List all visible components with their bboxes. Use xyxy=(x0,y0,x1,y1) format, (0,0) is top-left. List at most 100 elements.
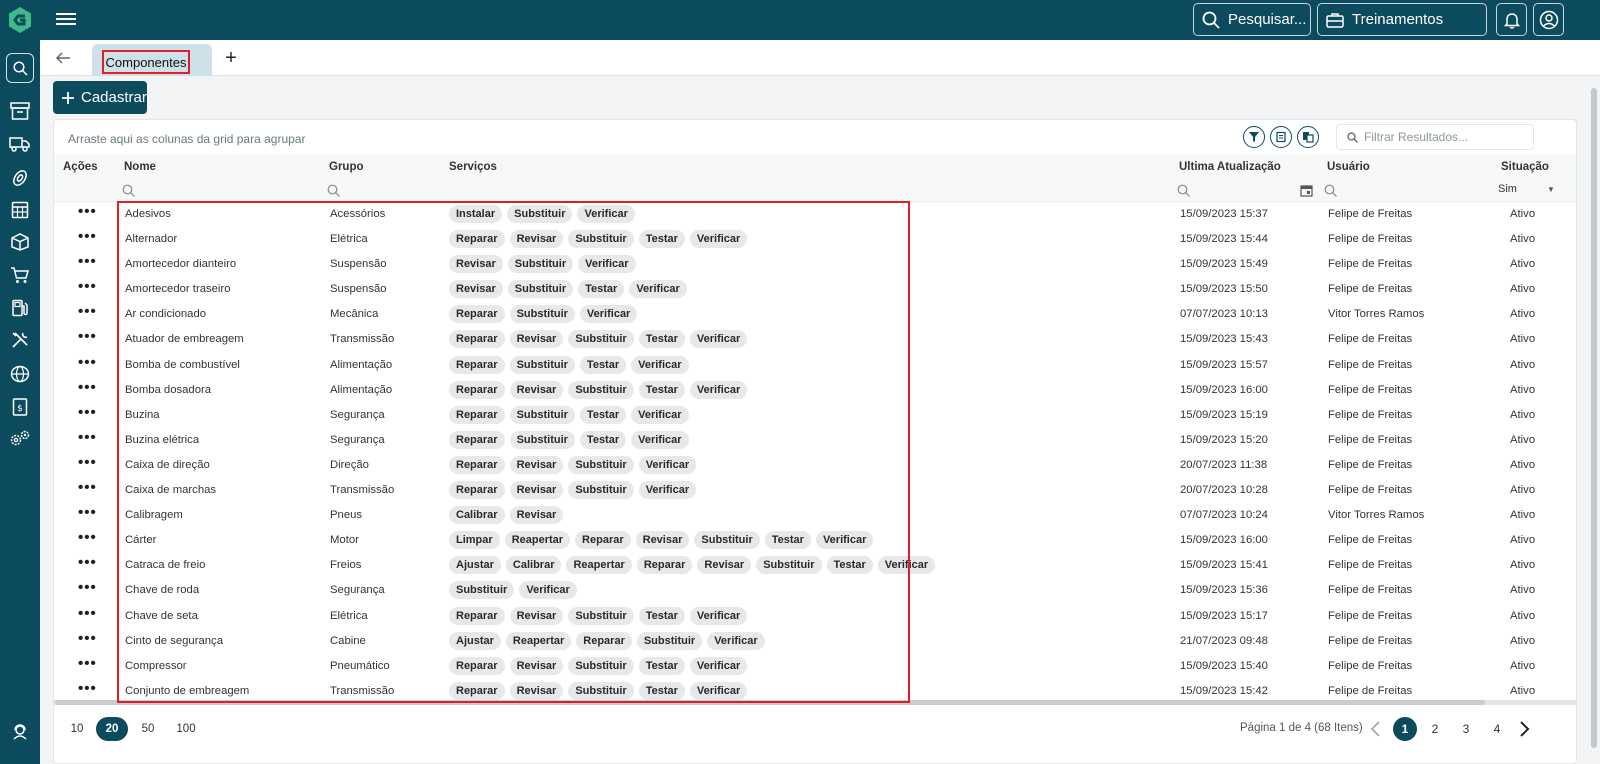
search-icon[interactable] xyxy=(122,184,135,197)
table-row[interactable]: ••• Chave de roda Segurança Substituir Verif… xyxy=(54,579,1576,604)
table-row[interactable]: ••• Cárter Motor Limpar Reapertar Reparar Revi… xyxy=(54,529,1576,554)
table-row[interactable]: ••• Cinto de segurança Cabine Ajustar Reaper… xyxy=(54,630,1576,655)
tab-componentes[interactable]: Componentes xyxy=(92,44,212,76)
globe-icon[interactable] xyxy=(8,362,32,386)
service-chip: Substituir xyxy=(507,280,574,299)
dollar-doc-icon[interactable]: $ xyxy=(8,395,32,419)
row-actions-icon[interactable]: ••• xyxy=(78,555,97,570)
col-name[interactable]: Nome xyxy=(124,161,156,173)
row-actions-icon[interactable]: ••• xyxy=(78,606,97,621)
service-chip: Reapertar xyxy=(504,531,571,550)
row-actions-icon[interactable]: ••• xyxy=(78,631,97,646)
table-row[interactable]: ••• Compressor Pneumático Reparar Revisar Sub… xyxy=(54,655,1576,680)
service-chip: Verificar xyxy=(815,531,874,550)
add-component-button[interactable]: Cadastrar xyxy=(53,81,147,114)
table-row[interactable]: ••• Chave de seta Elétrica Reparar Revisar Su… xyxy=(54,605,1576,630)
row-actions-icon[interactable]: ••• xyxy=(78,405,97,420)
row-actions-icon[interactable]: ••• xyxy=(78,656,97,671)
search-icon[interactable] xyxy=(327,184,340,197)
table-row[interactable]: ••• Buzina elétrica Segurança Reparar Substi… xyxy=(54,429,1576,454)
cell-name: Calibragem xyxy=(125,509,183,522)
page-1[interactable]: 1 xyxy=(1393,717,1417,741)
row-actions-icon[interactable]: ••• xyxy=(78,329,97,344)
row-actions-icon[interactable]: ••• xyxy=(78,580,97,595)
status-filter-select[interactable]: Sim ▼ xyxy=(1498,183,1555,195)
back-arrow-icon[interactable] xyxy=(54,49,72,67)
column-chooser-button[interactable] xyxy=(1297,126,1319,148)
page-size-10[interactable]: 10 xyxy=(61,717,93,741)
table-row[interactable]: ••• Bomba de combustível Alimentação Repara… xyxy=(54,354,1576,379)
row-actions-icon[interactable]: ••• xyxy=(78,530,97,545)
table-row[interactable]: ••• Calibragem Pneus Calibrar Revisar 07/07/2… xyxy=(54,504,1576,529)
col-user[interactable]: Usuário xyxy=(1327,161,1370,173)
page-2[interactable]: 2 xyxy=(1423,717,1447,741)
calendar-icon[interactable] xyxy=(1300,184,1313,197)
settings-icon[interactable] xyxy=(8,427,32,451)
vertical-scrollbar[interactable] xyxy=(1590,76,1598,764)
row-actions-icon[interactable]: ••• xyxy=(78,254,97,269)
support-icon[interactable] xyxy=(8,720,32,744)
col-services[interactable]: Serviços xyxy=(449,161,497,173)
rail-search-button[interactable] xyxy=(6,53,34,83)
row-actions-icon[interactable]: ••• xyxy=(78,681,97,696)
search-icon[interactable] xyxy=(1177,184,1190,197)
tire-icon[interactable] xyxy=(8,166,32,190)
service-chip: Reparar xyxy=(449,481,505,500)
chevron-left-icon[interactable] xyxy=(1367,719,1385,739)
cell-status: Ativo xyxy=(1510,258,1536,271)
table-row[interactable]: ••• Alternador Elétrica Reparar Revisar Subst… xyxy=(54,228,1576,253)
chevron-right-icon[interactable] xyxy=(1515,719,1533,739)
row-actions-icon[interactable]: ••• xyxy=(78,430,97,445)
row-actions-icon[interactable]: ••• xyxy=(78,279,97,294)
page-size-50[interactable]: 50 xyxy=(132,717,164,741)
table-row[interactable]: ••• Catraca de freio Freios Ajustar Calibrar… xyxy=(54,554,1576,579)
page-3[interactable]: 3 xyxy=(1454,717,1478,741)
cell-updated: 15/09/2023 15:42 xyxy=(1180,684,1268,697)
page-4[interactable]: 4 xyxy=(1485,717,1509,741)
table-row[interactable]: ••• Bomba dosadora Alimentação Reparar Revis… xyxy=(54,379,1576,404)
table-row[interactable]: ••• Adesivos Acessórios Instalar Substituir V… xyxy=(54,203,1576,228)
table-row[interactable]: ••• Caixa de direção Direção Reparar Revisar… xyxy=(54,454,1576,479)
filter-button[interactable] xyxy=(1243,126,1265,148)
table-row[interactable]: ••• Buzina Segurança Reparar Substituir Testa… xyxy=(54,404,1576,429)
row-actions-icon[interactable]: ••• xyxy=(78,480,97,495)
truck-icon[interactable] xyxy=(8,132,32,156)
notifications-button[interactable] xyxy=(1496,3,1527,36)
table-row[interactable]: ••• Atuador de embreagem Transmissão Repara… xyxy=(54,328,1576,353)
menu-icon[interactable] xyxy=(56,10,76,30)
fuel-icon[interactable] xyxy=(8,296,32,320)
page-size-20[interactable]: 20 xyxy=(96,717,128,741)
export-button[interactable] xyxy=(1270,126,1292,148)
table-row[interactable]: ••• Ar condicionado Mecânica Reparar Substit… xyxy=(54,303,1576,328)
calculator-icon[interactable] xyxy=(8,198,32,222)
service-chip: Substituir xyxy=(509,305,575,324)
col-updated[interactable]: Ultima Atualização xyxy=(1179,161,1281,173)
row-actions-icon[interactable]: ••• xyxy=(78,355,97,370)
page-size-100[interactable]: 100 xyxy=(170,717,202,741)
row-actions-icon[interactable]: ••• xyxy=(78,455,97,470)
table-row[interactable]: ••• Amortecedor dianteiro Suspensão Revisar… xyxy=(54,253,1576,278)
cell-name: Caixa de marchas xyxy=(125,484,217,497)
service-chip: Reparar xyxy=(449,455,505,474)
tools-icon[interactable] xyxy=(8,328,32,352)
col-group[interactable]: Grupo xyxy=(329,161,364,173)
row-actions-icon[interactable]: ••• xyxy=(78,204,97,219)
archive-icon[interactable] xyxy=(8,99,32,123)
profile-button[interactable] xyxy=(1533,3,1564,36)
cart-icon[interactable] xyxy=(8,263,32,287)
search-icon[interactable] xyxy=(1324,184,1337,197)
add-tab-button[interactable]: + xyxy=(220,46,242,70)
filter-results-input[interactable] xyxy=(1364,130,1524,144)
search-button[interactable]: Pesquisar... xyxy=(1193,3,1311,36)
table-row[interactable]: ••• Caixa de marchas Transmissão Reparar Rev… xyxy=(54,479,1576,504)
row-actions-icon[interactable]: ••• xyxy=(78,304,97,319)
box-icon[interactable] xyxy=(8,230,32,254)
cell-user: Felipe de Freitas xyxy=(1328,208,1413,220)
row-actions-icon[interactable]: ••• xyxy=(78,380,97,395)
row-actions-icon[interactable]: ••• xyxy=(78,229,97,244)
col-status[interactable]: Situação xyxy=(1501,161,1549,173)
table-row[interactable]: ••• Amortecedor traseiro Suspensão Revisar S… xyxy=(54,278,1576,303)
row-actions-icon[interactable]: ••• xyxy=(78,505,97,520)
training-button[interactable]: Treinamentos xyxy=(1317,3,1487,36)
horizontal-scrollbar[interactable] xyxy=(53,700,1577,705)
